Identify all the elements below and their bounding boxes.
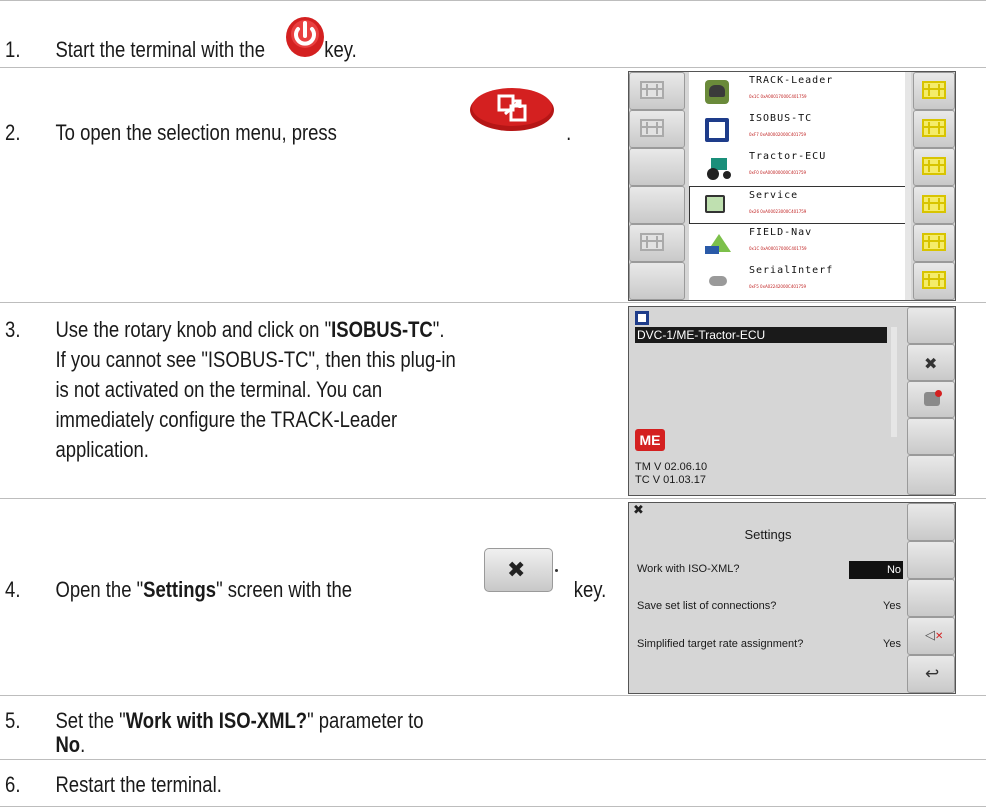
right-softkey[interactable] — [907, 307, 955, 344]
tractor-add-icon — [924, 390, 942, 406]
left-softkey[interactable] — [629, 72, 685, 110]
step-text: Start the terminal with the — [55, 37, 265, 62]
plugin-item-field-nav[interactable]: FIELD-Nav 0x1C 0xA00017000C401759 — [693, 224, 909, 262]
wrench-screwdriver-icon: ✖ — [924, 354, 938, 373]
right-softkey[interactable] — [913, 224, 955, 262]
left-softkey[interactable] — [629, 186, 685, 224]
wrench-screwdriver-icon: ✖ — [633, 503, 644, 518]
right-softkey[interactable] — [907, 455, 955, 495]
right-softkey[interactable] — [907, 541, 955, 579]
track-leader-icon — [705, 80, 729, 104]
right-softkey[interactable] — [913, 186, 955, 224]
right-softkey[interactable] — [913, 262, 955, 300]
step-text: Open the "Settings" screen with the — [55, 577, 353, 602]
separator — [0, 67, 986, 68]
version-tc: TC V 01.03.17 — [635, 474, 706, 486]
step-number: 4. — [5, 577, 21, 602]
step-number: 6. — [5, 772, 21, 797]
isobus-tc-icon — [705, 118, 729, 142]
field-nav-icon — [705, 232, 731, 256]
list-highlight[interactable]: DVC-1/ME-Tractor-ECU — [635, 327, 887, 343]
tractor-add-softkey[interactable] — [907, 381, 955, 418]
serial-interface-icon — [705, 270, 729, 294]
settings-screenshot: ✖ Settings Work with ISO-XML? No Save se… — [628, 502, 956, 694]
right-softkey[interactable] — [907, 418, 955, 455]
version-tm: TM V 02.06.10 — [635, 461, 708, 473]
step-text: Restart the terminal. — [55, 772, 222, 797]
settings-key-icon[interactable]: ✖ — [484, 548, 558, 592]
step-text-end: key. — [324, 37, 357, 62]
left-softkey[interactable] — [629, 224, 685, 262]
plugin-item-serial-interface[interactable]: SerialInterf 0xF5 0xA02242000C401759 — [693, 262, 909, 300]
back-arrow-icon: ↩ — [925, 664, 940, 684]
step-text: To open the selection menu, press — [55, 120, 337, 145]
service-icon — [705, 195, 729, 219]
left-softkey[interactable] — [629, 110, 685, 148]
step-text: Use the rotary knob and click on "ISOBUS… — [55, 317, 445, 342]
setting-row[interactable]: Simplified target rate assignment? Yes — [637, 636, 903, 654]
settings-softkey[interactable]: ✖ — [907, 344, 955, 381]
plugin-item-track-leader[interactable]: TRACK-Leader 0x1C 0xA00017000C401759 — [693, 72, 909, 110]
tractor-icon — [705, 156, 731, 180]
step-number: 3. — [5, 317, 21, 342]
right-softkey[interactable] — [907, 579, 955, 617]
right-softkey[interactable] — [913, 110, 955, 148]
tc-screenshot: DVC-1/ME-Tractor-ECU ME TM V 02.06.10 TC… — [628, 306, 956, 496]
separator — [0, 302, 986, 303]
plugin-list: TRACK-Leader 0x1C 0xA00017000C401759 ISO… — [689, 72, 911, 300]
isobus-tc-icon — [635, 311, 649, 325]
step-text-end: . — [566, 120, 572, 145]
step-text-end: key. — [573, 577, 607, 602]
selection-key-icon — [469, 84, 555, 132]
back-softkey[interactable]: ↩ — [907, 655, 955, 693]
setting-row[interactable]: Save set list of connections? Yes — [637, 598, 903, 616]
wrench-screwdriver-icon: ✖ — [507, 557, 526, 582]
separator — [0, 498, 986, 499]
mute-softkey[interactable]: ◁✕ — [907, 617, 955, 655]
brand-logo: ME — [635, 429, 665, 451]
plugin-item-tractor-ecu[interactable]: Tractor-ECU 0xF0 0xA00000000C401759 — [693, 148, 909, 186]
left-softkey[interactable] — [629, 148, 685, 186]
scrollbar[interactable] — [891, 327, 897, 437]
power-key-icon — [285, 14, 325, 58]
separator — [0, 0, 986, 1]
right-softkey[interactable] — [913, 148, 955, 186]
left-softkey[interactable] — [629, 262, 685, 300]
settings-title: Settings — [744, 527, 792, 542]
scrollbar[interactable] — [905, 72, 911, 300]
step-number: 5. — [5, 708, 21, 733]
mute-icon: ◁✕ — [925, 628, 944, 643]
plugin-item-service[interactable]: Service 0x26 0xA00023000C401759 — [689, 186, 907, 224]
step-number: 2. — [5, 120, 21, 145]
separator — [0, 695, 986, 696]
separator — [0, 759, 986, 760]
selection-menu-screenshot: TRACK-Leader 0x1C 0xA00017000C401759 ISO… — [628, 71, 956, 301]
step-text: Set the "Work with ISO-XML?" parameter t… — [55, 708, 424, 733]
setting-row[interactable]: Work with ISO-XML? No — [637, 561, 903, 579]
right-softkey[interactable] — [907, 503, 955, 541]
plugin-item-isobus-tc[interactable]: ISOBUS-TC 0xF7 0xA00002000C401759 — [693, 110, 909, 148]
step-number: 1. — [5, 37, 21, 62]
right-softkey[interactable] — [913, 72, 955, 110]
